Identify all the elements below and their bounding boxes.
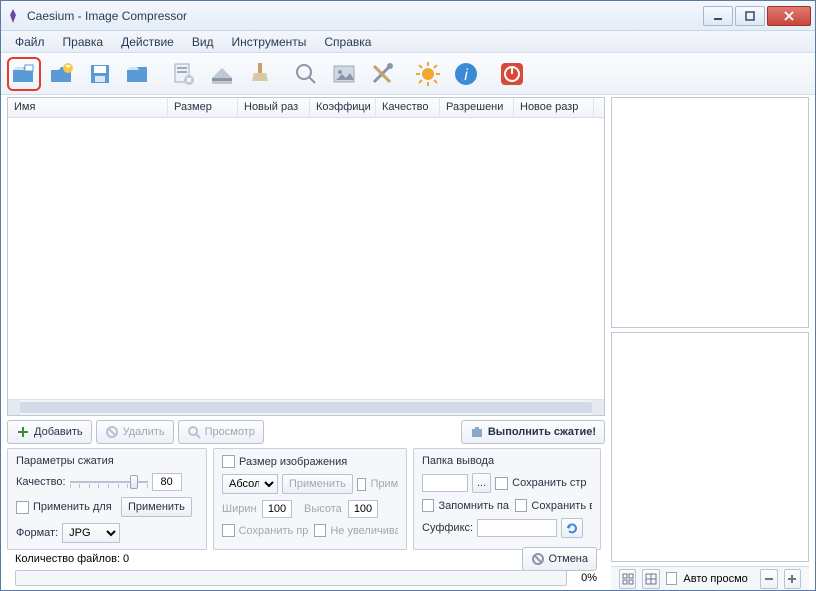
resize-enable-checkbox[interactable] bbox=[222, 455, 235, 468]
menu-edit[interactable]: Правка bbox=[55, 33, 112, 51]
format-label: Формат: bbox=[16, 527, 58, 539]
size-apply-button[interactable]: Применить bbox=[282, 474, 353, 494]
col-newsize[interactable]: Новый раз bbox=[238, 98, 310, 117]
height-label: Высота bbox=[304, 503, 344, 515]
quality-slider[interactable] bbox=[70, 473, 148, 491]
progress-percent: 0% bbox=[573, 572, 597, 584]
save-in-checkbox[interactable] bbox=[515, 499, 527, 512]
toolbar-settings[interactable] bbox=[365, 57, 399, 91]
suffix-reset-button[interactable] bbox=[561, 518, 583, 538]
file-list: Имя Размер Новый раз Коэффици Качество Р… bbox=[7, 97, 605, 416]
app-window: Caesium - Image Compressor Файл Правка Д… bbox=[0, 0, 816, 591]
size-apply-checkbox[interactable] bbox=[357, 478, 367, 491]
svg-text:i: i bbox=[464, 67, 468, 84]
compress-button[interactable]: Выполнить сжатие! bbox=[461, 420, 605, 444]
add-button[interactable]: Добавить bbox=[7, 420, 92, 444]
menu-help[interactable]: Справка bbox=[316, 33, 379, 51]
apply-all-label: Применить для bbox=[33, 501, 117, 513]
list-actions: Добавить Удалить Просмотр Выполнить сжат… bbox=[7, 420, 605, 444]
status-row: Количество файлов: 0 Отмена bbox=[7, 550, 605, 568]
close-button[interactable] bbox=[767, 6, 811, 26]
browse-output-button[interactable]: ... bbox=[472, 473, 491, 493]
menu-bar: Файл Правка Действие Вид Инструменты Спр… bbox=[1, 31, 815, 53]
compression-title: Параметры сжатия bbox=[16, 455, 198, 467]
toolbar-update[interactable] bbox=[411, 57, 445, 91]
bottom-panels: Параметры сжатия Качество: Применить для bbox=[7, 448, 605, 550]
right-pane: Авто просмотр bbox=[611, 97, 809, 590]
toolbar: i bbox=[1, 53, 815, 95]
size-title: Размер изображения bbox=[239, 456, 347, 468]
progress-row: 0% bbox=[7, 568, 605, 590]
toolbar-remove-list[interactable] bbox=[167, 57, 201, 91]
menu-view[interactable]: Вид bbox=[184, 33, 222, 51]
col-size[interactable]: Размер bbox=[168, 98, 238, 117]
menu-tools[interactable]: Инструменты bbox=[224, 33, 315, 51]
toolbar-info[interactable]: i bbox=[449, 57, 483, 91]
output-path-input[interactable] bbox=[422, 474, 468, 492]
auto-preview-checkbox[interactable] bbox=[666, 572, 677, 585]
preview-toolbar: Авто просмотр bbox=[611, 566, 809, 590]
keep-struct-checkbox[interactable] bbox=[495, 477, 508, 490]
col-name[interactable]: Имя bbox=[8, 98, 168, 117]
width-input[interactable] bbox=[262, 500, 292, 518]
format-select[interactable]: JPG bbox=[62, 523, 120, 543]
output-title: Папка вывода bbox=[422, 455, 592, 467]
left-pane: Имя Размер Новый раз Коэффици Качество Р… bbox=[7, 97, 605, 590]
toolbar-image[interactable] bbox=[327, 57, 361, 91]
list-body[interactable] bbox=[8, 118, 604, 399]
menu-file[interactable]: Файл bbox=[7, 33, 53, 51]
no-enlarge-checkbox[interactable] bbox=[314, 524, 327, 537]
list-hscroll[interactable] bbox=[8, 399, 604, 415]
toolbar-add-folder[interactable] bbox=[45, 57, 79, 91]
preview-compressed bbox=[611, 332, 809, 563]
toolbar-exit[interactable] bbox=[495, 57, 529, 91]
remove-button[interactable]: Удалить bbox=[96, 420, 174, 444]
keep-ratio-checkbox[interactable] bbox=[222, 524, 235, 537]
quality-input[interactable] bbox=[152, 473, 182, 491]
quality-label: Качество: bbox=[16, 476, 66, 488]
auto-preview-label: Авто просмотр bbox=[683, 573, 748, 585]
apply-quality-button[interactable]: Применить bbox=[121, 497, 192, 517]
height-input[interactable] bbox=[348, 500, 378, 518]
preview-original bbox=[611, 97, 809, 328]
window-title: Caesium - Image Compressor bbox=[27, 9, 703, 23]
toolbar-zoom[interactable] bbox=[289, 57, 323, 91]
fit-both-button[interactable] bbox=[642, 569, 659, 589]
toolbar-browse-folder[interactable] bbox=[121, 57, 155, 91]
col-quality[interactable]: Качество bbox=[376, 98, 440, 117]
menu-action[interactable]: Действие bbox=[113, 33, 182, 51]
window-controls bbox=[703, 6, 811, 26]
col-ratio[interactable]: Коэффици bbox=[310, 98, 376, 117]
toolbar-open-files[interactable] bbox=[7, 57, 41, 91]
app-icon bbox=[5, 8, 21, 24]
progress-bar bbox=[15, 570, 567, 586]
width-label: Ширин bbox=[222, 503, 258, 515]
maximize-button[interactable] bbox=[735, 6, 765, 26]
file-count-label: Количество файлов: 0 bbox=[15, 553, 129, 565]
suffix-label: Суффикс: bbox=[422, 522, 473, 534]
toolbar-clear[interactable] bbox=[243, 57, 277, 91]
zoom-out-button[interactable] bbox=[760, 569, 777, 589]
apply-all-checkbox[interactable] bbox=[16, 501, 29, 514]
fit-original-button[interactable] bbox=[619, 569, 636, 589]
toolbar-export[interactable] bbox=[205, 57, 239, 91]
compression-panel: Параметры сжатия Качество: Применить для bbox=[7, 448, 207, 550]
list-header: Имя Размер Новый раз Коэффици Качество Р… bbox=[8, 98, 604, 118]
suffix-input[interactable] bbox=[477, 519, 557, 537]
remember-checkbox[interactable] bbox=[422, 499, 434, 512]
zoom-in-button[interactable] bbox=[784, 569, 801, 589]
size-panel: Размер изображения Абсол Применить Приме… bbox=[213, 448, 407, 550]
title-bar: Caesium - Image Compressor bbox=[1, 1, 815, 31]
col-newres[interactable]: Новое разр bbox=[514, 98, 594, 117]
toolbar-save[interactable] bbox=[83, 57, 117, 91]
size-mode-select[interactable]: Абсол bbox=[222, 474, 278, 494]
main-area: Имя Размер Новый раз Коэффици Качество Р… bbox=[1, 95, 815, 590]
preview-button[interactable]: Просмотр bbox=[178, 420, 264, 444]
col-resolution[interactable]: Разрешени bbox=[440, 98, 514, 117]
output-panel: Папка вывода ... Сохранить стр Запомнить… bbox=[413, 448, 601, 550]
minimize-button[interactable] bbox=[703, 6, 733, 26]
